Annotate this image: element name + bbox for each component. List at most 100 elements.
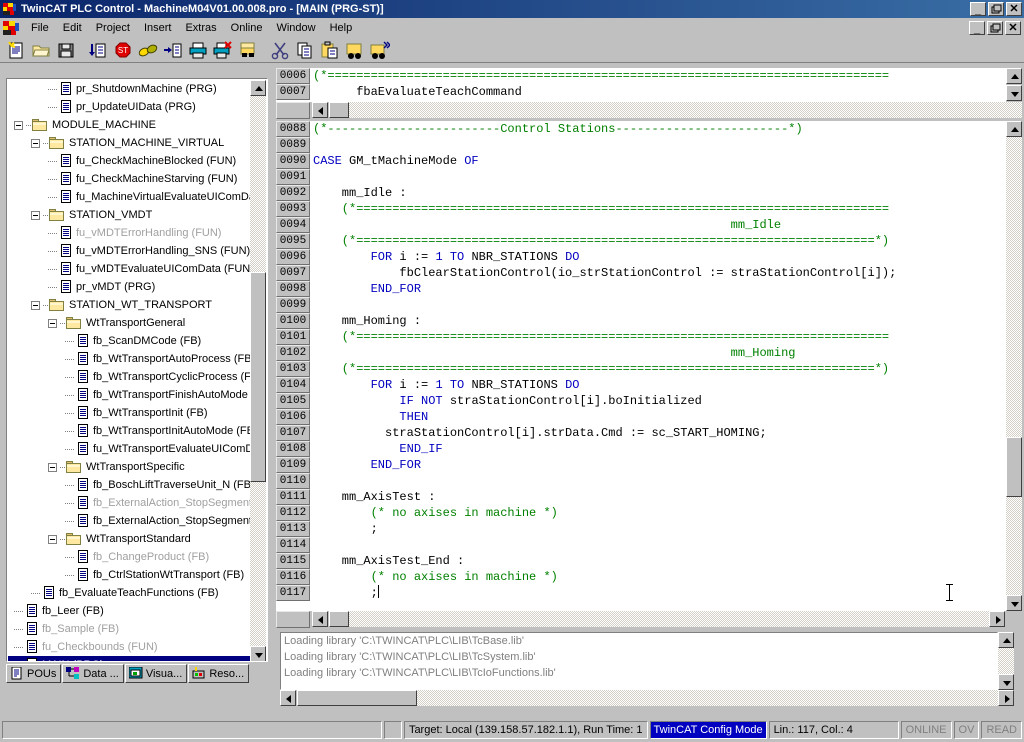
code-line[interactable]: 0115 mm_AxisTest_End :	[276, 553, 1006, 569]
tree-item[interactable]: fu_Checkbounds (FUN)	[8, 638, 252, 656]
organizer-tab-reso[interactable]: Reso...	[188, 664, 250, 683]
tree-item[interactable]: MAIN (PRG)	[8, 656, 252, 661]
code-line[interactable]: 0095 (*=================================…	[276, 233, 1006, 249]
tree-item[interactable]: fb_CtrlStationWtTransport (FB)	[8, 566, 252, 584]
code-line[interactable]: 0090 CASE GM_tMachineMode OF	[276, 153, 1006, 169]
decl-scroll-left-button[interactable]	[312, 102, 328, 118]
tree-item[interactable]: fb_EvaluateTeachFunctions (FB)	[8, 584, 252, 602]
find-next-button[interactable]	[368, 38, 392, 62]
project-button[interactable]	[236, 38, 260, 62]
code-text[interactable]: mm_Homing :	[310, 313, 421, 329]
message-vertical-scrollbar[interactable]	[998, 632, 1014, 690]
tree-scroll-down-button[interactable]	[250, 646, 266, 661]
insert-element-button[interactable]	[161, 38, 185, 62]
message-list[interactable]: Loading library 'C:\TWINCAT\PLC\LIB\TcBa…	[280, 632, 998, 690]
code-text[interactable]: END_FOR	[310, 457, 421, 473]
menu-item-online[interactable]: Online	[224, 20, 270, 36]
tree-item[interactable]: WtTransportSpecific	[8, 458, 252, 476]
code-text[interactable]: FOR i := 1 TO NBR_STATIONS DO	[310, 377, 580, 393]
msg-scroll-up-button[interactable]	[998, 632, 1014, 648]
code-line[interactable]: 0114	[276, 537, 1006, 553]
organizer-tab-bar[interactable]: POUs Data ... Visua... Reso...	[6, 664, 268, 684]
tree-item[interactable]: fu_vMDTEvaluateUIComData (FUN)	[8, 260, 252, 278]
code-text[interactable]: END_FOR	[310, 281, 421, 297]
declaration-pane-horizontal-scrollbar[interactable]	[276, 102, 1022, 120]
tree-item[interactable]: fb_WtTransportInitAutoMode (FB)	[8, 422, 252, 440]
decl-hscroll-track[interactable]	[349, 102, 1022, 118]
code-text[interactable]: FOR i := 1 TO NBR_STATIONS DO	[310, 249, 580, 265]
code-line[interactable]: 0092 mm_Idle :	[276, 185, 1006, 201]
tree-item[interactable]: fu_CheckMachineStarving (FUN)	[8, 170, 252, 188]
code-text[interactable]: mm_AxisTest_End :	[310, 553, 464, 569]
code-line[interactable]: 0112 (* no axises in machine *)	[276, 505, 1006, 521]
decl-scroll-down-button[interactable]	[1006, 85, 1022, 101]
tree-item[interactable]: fu_WtTransportEvaluateUIComData (FUN)	[8, 440, 252, 458]
impl-scroll-down-button[interactable]	[1006, 595, 1022, 611]
tree-scroll-track[interactable]	[250, 96, 266, 646]
code-line[interactable]: 0116 (* no axises in machine *)	[276, 569, 1006, 585]
code-text[interactable]: (* no axises in machine *)	[310, 505, 558, 521]
code-line[interactable]: 0096 FOR i := 1 TO NBR_STATIONS DO	[276, 249, 1006, 265]
minimize-button[interactable]: _	[970, 2, 986, 16]
mdi-close-button[interactable]: ✕	[1005, 20, 1021, 35]
code-line[interactable]: 0111 mm_AxisTest :	[276, 489, 1006, 505]
code-line[interactable]: 0088 (*------------------------Control St…	[276, 121, 1006, 137]
tree-item[interactable]: fb_WtTransportFinishAutoMode (FB)	[8, 386, 252, 404]
code-text[interactable]: ;	[310, 521, 378, 537]
code-text[interactable]: (*======================================…	[310, 329, 889, 345]
tree-item[interactable]: fb_BoschLiftTraverseUnit_N (FB)	[8, 476, 252, 494]
impl-hscroll-track[interactable]	[349, 611, 989, 627]
collapse-toggle-icon[interactable]	[31, 300, 40, 310]
tree-vertical-scrollbar[interactable]	[250, 80, 266, 661]
tree-scroll-up-button[interactable]	[250, 80, 266, 96]
tree-item[interactable]: pr_ShutdownMachine (PRG)	[8, 80, 252, 98]
impl-vscroll-track[interactable]	[1006, 137, 1022, 595]
decl-scroll-up-button[interactable]	[1006, 68, 1022, 84]
code-text[interactable]: (*------------------------Control Statio…	[310, 121, 803, 137]
implementation-horizontal-scrollbar[interactable]	[276, 611, 1022, 629]
tree-item[interactable]: fb_ScanDMCode (FB)	[8, 332, 252, 350]
close-button[interactable]: ✕	[1006, 2, 1022, 16]
code-text[interactable]: (*======================================…	[310, 68, 889, 84]
copy-button[interactable]	[293, 38, 317, 62]
paste-button[interactable]	[318, 38, 342, 62]
organizer-tab-pous[interactable]: POUs	[6, 664, 62, 683]
menu-item-file[interactable]: File	[24, 20, 56, 36]
code-line[interactable]: 0006 (*==================================…	[276, 68, 1006, 84]
collapse-toggle-icon[interactable]	[31, 138, 40, 148]
tree-item[interactable]: WtTransportGeneral	[8, 314, 252, 332]
print-button[interactable]	[186, 38, 210, 62]
menu-item-window[interactable]: Window	[269, 20, 322, 36]
msg-scroll-left-button[interactable]	[280, 690, 296, 706]
menu-item-project[interactable]: Project	[89, 20, 137, 36]
tree-item[interactable]: fu_vMDTErrorHandling (FUN)	[8, 224, 252, 242]
find-button[interactable]	[343, 38, 367, 62]
tree-scroll-thumb[interactable]	[250, 272, 266, 482]
code-text[interactable]: ;	[310, 585, 379, 601]
declaration-pane[interactable]: 0006 (*==================================…	[276, 68, 1006, 102]
tree-item[interactable]: MODULE_MACHINE	[8, 116, 252, 134]
code-line[interactable]: 0007 fbaEvaluateTeachCommand	[276, 84, 1006, 100]
msg-hscroll-thumb[interactable]	[297, 690, 417, 706]
tree-item[interactable]: fb_ChangeProduct (FB)	[8, 548, 252, 566]
code-line[interactable]: 0098 END_FOR	[276, 281, 1006, 297]
stop-button[interactable]: ST	[111, 38, 135, 62]
mdi-minimize-button[interactable]: _	[969, 20, 985, 35]
declaration-pane-vertical-scrollbar[interactable]	[1006, 68, 1022, 102]
menu-item-insert[interactable]: Insert	[137, 20, 179, 36]
code-line[interactable]: 0106 THEN	[276, 409, 1006, 425]
code-text[interactable]: IF NOT straStationControl[i].boInitializ…	[310, 393, 701, 409]
new-file-button[interactable]	[4, 38, 28, 62]
organizer-tab-data[interactable]: Data ...	[62, 664, 124, 683]
tree-item[interactable]: pr_vMDT (PRG)	[8, 278, 252, 296]
tree-item[interactable]: fb_WtTransportAutoProcess (FB)	[8, 350, 252, 368]
decl-hscroll-thumb[interactable]	[329, 102, 349, 118]
impl-hscroll-thumb[interactable]	[329, 611, 349, 627]
collapse-toggle-icon[interactable]	[31, 210, 40, 220]
code-line[interactable]: 0117 ;	[276, 585, 1006, 601]
code-line[interactable]: 0105 IF NOT straStationControl[i].boInit…	[276, 393, 1006, 409]
tree-item[interactable]: STATION_WT_TRANSPORT	[8, 296, 252, 314]
code-line[interactable]: 0089	[276, 137, 1006, 153]
collapse-toggle-icon[interactable]	[48, 318, 57, 328]
code-line[interactable]: 0091	[276, 169, 1006, 185]
